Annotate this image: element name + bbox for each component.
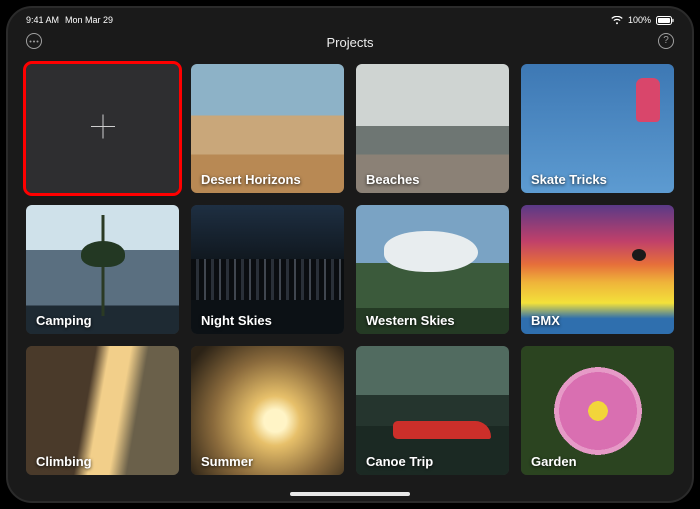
project-tile[interactable]: Beaches xyxy=(356,64,509,193)
more-icon xyxy=(29,40,39,43)
project-label: Summer xyxy=(201,454,253,469)
project-tile[interactable]: Desert Horizons xyxy=(191,64,344,193)
wifi-icon xyxy=(611,16,623,25)
more-button[interactable] xyxy=(26,33,42,49)
status-date: Mon Mar 29 xyxy=(65,15,113,25)
project-tile[interactable]: Canoe Trip xyxy=(356,346,509,475)
project-label: Canoe Trip xyxy=(366,454,433,469)
project-label: Desert Horizons xyxy=(201,172,301,187)
project-tile[interactable]: BMX xyxy=(521,205,674,334)
project-tile[interactable]: Garden xyxy=(521,346,674,475)
projects-grid: Desert Horizons Beaches Skate Tricks Cam… xyxy=(8,56,692,493)
app-header: Projects ? xyxy=(8,28,692,56)
help-button[interactable]: ? xyxy=(658,33,674,49)
project-tile[interactable]: Western Skies xyxy=(356,205,509,334)
project-label: Climbing xyxy=(36,454,92,469)
plus-icon xyxy=(88,111,118,146)
project-label: Night Skies xyxy=(201,313,272,328)
status-time: 9:41 AM xyxy=(26,15,59,25)
project-label: Beaches xyxy=(366,172,419,187)
project-tile[interactable]: Climbing xyxy=(26,346,179,475)
project-label: Western Skies xyxy=(366,313,455,328)
project-tile[interactable]: Skate Tricks xyxy=(521,64,674,193)
project-label: Skate Tricks xyxy=(531,172,607,187)
battery-icon xyxy=(656,16,674,25)
project-label: BMX xyxy=(531,313,560,328)
status-bar: 9:41 AM Mon Mar 29 100% xyxy=(8,8,692,28)
project-tile[interactable]: Night Skies xyxy=(191,205,344,334)
help-icon: ? xyxy=(663,36,669,46)
new-project-button[interactable] xyxy=(26,64,179,193)
tablet-frame: 9:41 AM Mon Mar 29 100% Projects ? xyxy=(6,6,694,503)
project-label: Camping xyxy=(36,313,92,328)
project-tile[interactable]: Camping xyxy=(26,205,179,334)
page-title: Projects xyxy=(327,35,374,50)
project-tile[interactable]: Summer xyxy=(191,346,344,475)
project-label: Garden xyxy=(531,454,577,469)
battery-percent: 100% xyxy=(628,15,651,25)
home-indicator[interactable] xyxy=(290,492,410,496)
